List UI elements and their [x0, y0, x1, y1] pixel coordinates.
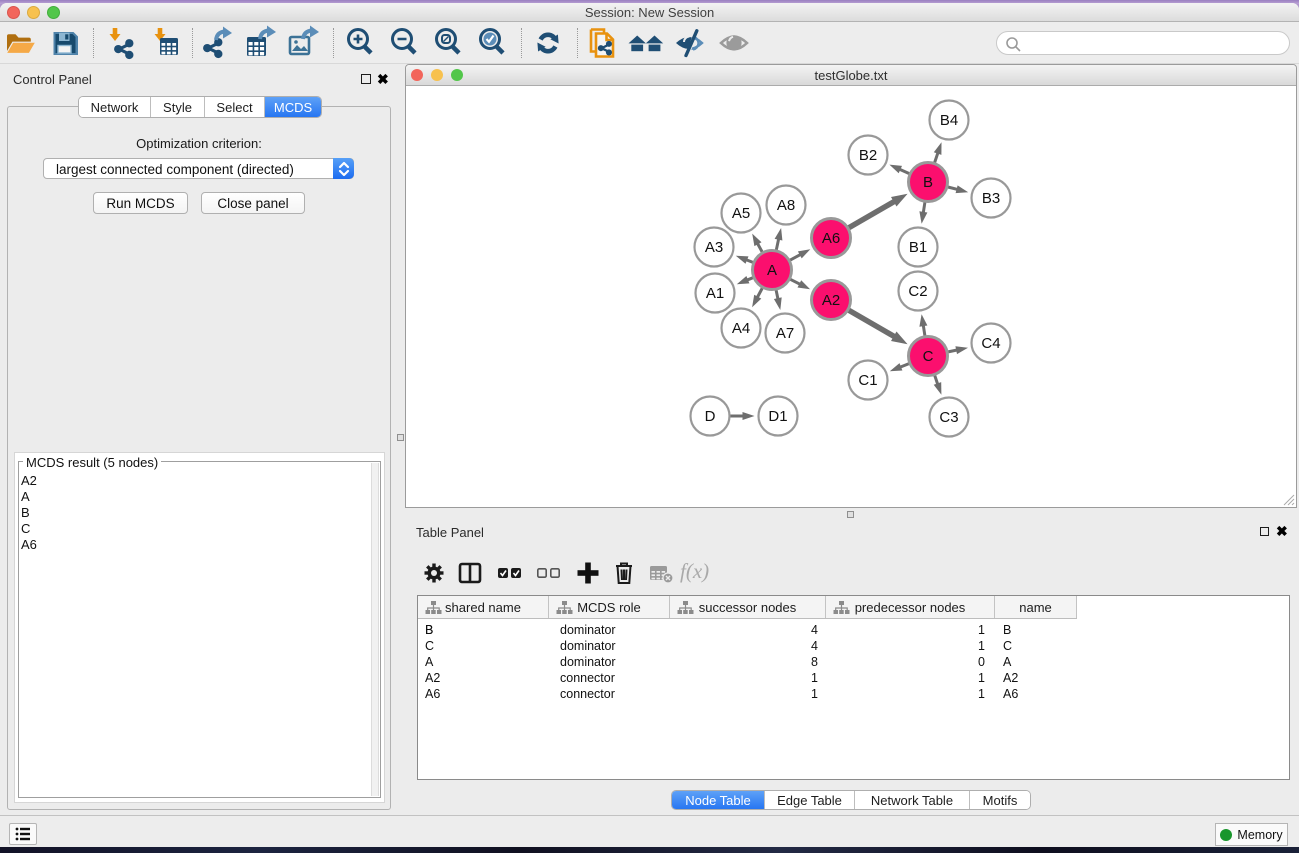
- svg-text:C3: C3: [939, 409, 958, 426]
- svg-text:C4: C4: [981, 335, 1000, 352]
- svg-text:D: D: [705, 408, 716, 425]
- svg-text:A3: A3: [705, 239, 723, 256]
- svg-text:B2: B2: [859, 147, 877, 164]
- svg-text:C: C: [923, 348, 934, 365]
- svg-text:A2: A2: [822, 292, 840, 309]
- svg-text:A1: A1: [706, 285, 724, 302]
- svg-text:A5: A5: [732, 205, 750, 222]
- svg-text:A8: A8: [777, 197, 795, 214]
- svg-text:C2: C2: [908, 283, 927, 300]
- svg-text:A6: A6: [822, 230, 840, 247]
- svg-text:A: A: [767, 262, 777, 279]
- svg-text:C1: C1: [858, 372, 877, 389]
- svg-text:B1: B1: [909, 239, 927, 256]
- svg-text:B3: B3: [982, 190, 1000, 207]
- svg-text:D1: D1: [768, 408, 787, 425]
- svg-text:B: B: [923, 174, 933, 191]
- svg-text:A7: A7: [776, 325, 794, 342]
- svg-text:B4: B4: [940, 112, 958, 129]
- svg-text:A4: A4: [732, 320, 750, 337]
